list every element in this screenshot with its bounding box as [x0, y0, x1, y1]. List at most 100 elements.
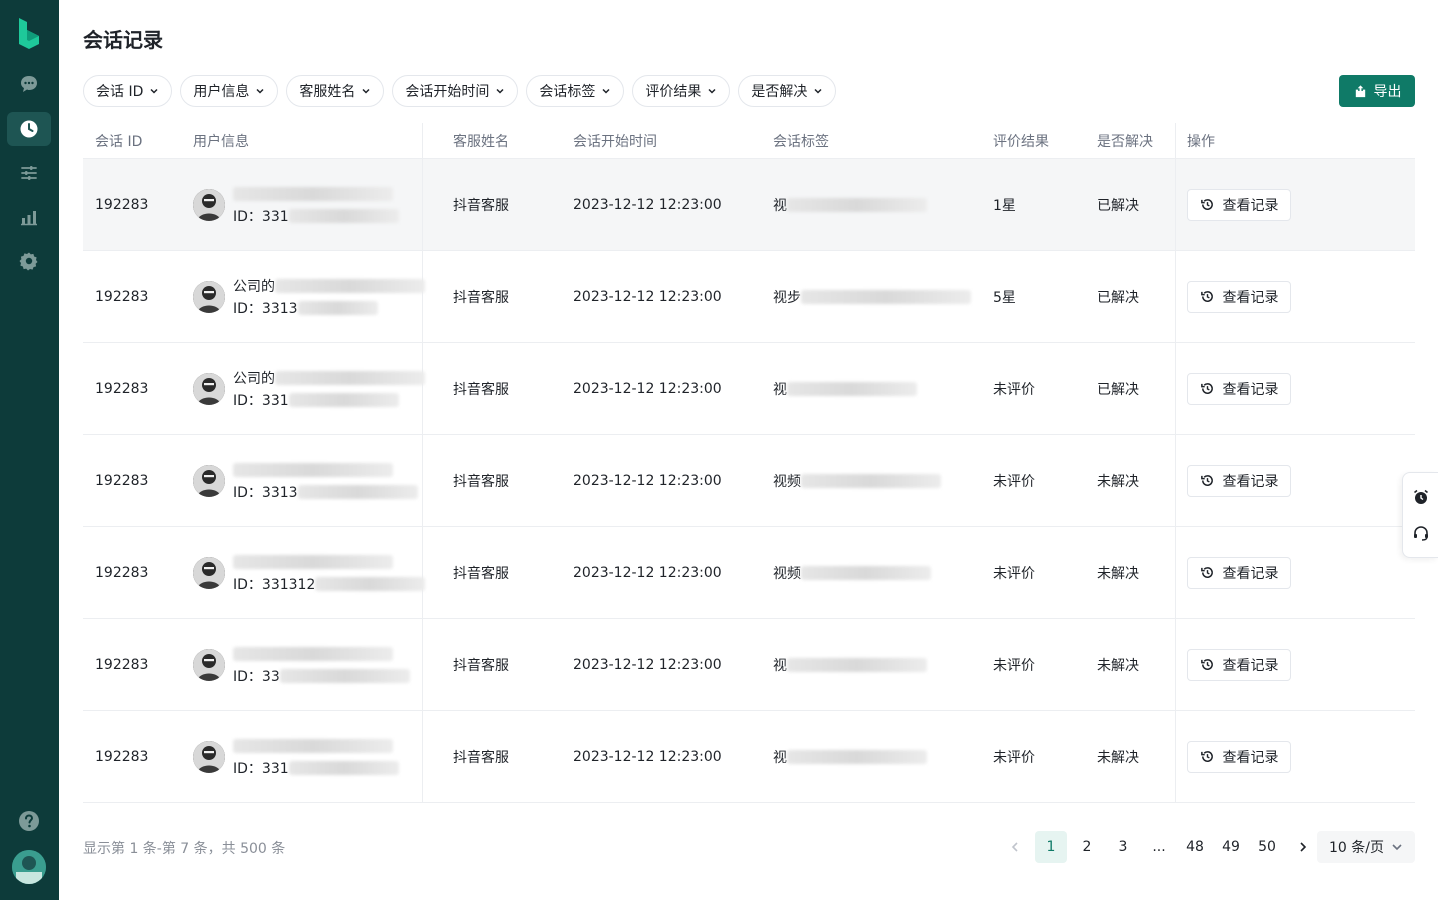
- agent-name: 抖音客服: [453, 197, 509, 214]
- user-info: 公司的 ID：3313: [193, 277, 425, 317]
- start-time: 2023-12-12 12:23:00: [573, 564, 722, 581]
- page-button[interactable]: 2: [1071, 831, 1103, 863]
- chevron-down-icon: [362, 88, 370, 94]
- page-button[interactable]: 50: [1251, 831, 1283, 863]
- table-row[interactable]: 192283 ID：33 抖音客服 2023-12-12 12:23:00 视 未评价 未解…: [83, 619, 1415, 711]
- export-button[interactable]: 导出: [1339, 75, 1415, 107]
- user-id-line: ID：331: [233, 391, 425, 409]
- view-record-button[interactable]: 查看记录: [1187, 648, 1291, 681]
- view-record-button[interactable]: 查看记录: [1187, 464, 1291, 497]
- page-button[interactable]: 3: [1107, 831, 1139, 863]
- page-ellipsis[interactable]: ...: [1143, 831, 1175, 863]
- sidebar-item-settings-sliders[interactable]: [7, 156, 51, 190]
- header-actions: 操作: [1187, 133, 1215, 150]
- table-header: 会话 ID 用户信息 客服姓名 会话开始时间 会话标签 评价结果 是否解决 操作: [83, 123, 1415, 159]
- view-record-button[interactable]: 查看记录: [1187, 740, 1291, 773]
- rating: 未评价: [993, 565, 1035, 582]
- session-id: 192283: [95, 196, 149, 213]
- column-divider: [422, 711, 423, 802]
- rating: 未评价: [993, 749, 1035, 766]
- view-record-button[interactable]: 查看记录: [1187, 280, 1291, 313]
- history-icon: [1200, 199, 1213, 210]
- column-divider: [1175, 619, 1176, 710]
- filter-dropdown[interactable]: 用户信息: [180, 75, 279, 107]
- redacted-text: [288, 208, 399, 223]
- user-id-line: ID：331: [233, 207, 399, 225]
- session-id: 192283: [95, 748, 149, 765]
- app-logo[interactable]: [15, 16, 43, 50]
- user-avatar[interactable]: [12, 850, 46, 884]
- filter-dropdown[interactable]: 会话开始时间: [392, 75, 519, 107]
- user-text: ID：33: [233, 645, 410, 685]
- page-button[interactable]: 49: [1215, 831, 1247, 863]
- table-row[interactable]: 192283 ID：3313 抖音客服 2023-12-12 12:23:00 视频 未评…: [83, 435, 1415, 527]
- filter-dropdown[interactable]: 客服姓名: [286, 75, 385, 107]
- column-divider: [422, 159, 423, 250]
- avatar-image: [193, 556, 225, 589]
- user-id-line: ID：33: [233, 667, 410, 685]
- redacted-text: [801, 565, 931, 580]
- sidebar-item-history[interactable]: [7, 112, 51, 146]
- headset-icon[interactable]: [1412, 524, 1430, 542]
- avatar-image: [193, 740, 225, 773]
- view-record-button[interactable]: 查看记录: [1187, 372, 1291, 405]
- user-info: ID：331: [193, 737, 399, 777]
- header-rating: 评价结果: [993, 133, 1049, 150]
- user-id-line: ID：331312: [233, 575, 426, 593]
- table-row[interactable]: 192283 公司的 ID：331 抖音客服 2023-12-12 12:23:00 视 未…: [83, 343, 1415, 435]
- redacted-text: [233, 462, 393, 477]
- chevron-down-icon: [814, 88, 822, 94]
- filter-dropdown[interactable]: 是否解决: [738, 75, 837, 107]
- user-id: ID：33: [233, 668, 280, 685]
- next-page-button[interactable]: [1287, 831, 1319, 863]
- user-id: ID：331: [233, 208, 289, 225]
- user-text: 公司的 ID：331: [233, 369, 425, 409]
- filter-label: 客服姓名: [299, 84, 356, 100]
- session-tag: 视: [773, 379, 917, 399]
- avatar: [193, 280, 225, 313]
- filter-dropdown[interactable]: 会话标签: [526, 75, 625, 107]
- user-id: ID：3313: [233, 484, 298, 501]
- redacted-text: [279, 668, 410, 683]
- sidebar-item-chat[interactable]: [7, 67, 51, 101]
- page-button[interactable]: 48: [1179, 831, 1211, 863]
- user-id: ID：331: [233, 392, 289, 409]
- user-text: 公司的 ID：3313: [233, 277, 425, 317]
- tag-text: 视: [773, 749, 787, 766]
- sidebar-item-analytics[interactable]: [7, 200, 51, 234]
- avatar: [193, 372, 225, 405]
- filter-dropdown[interactable]: 会话 ID: [83, 75, 173, 107]
- bar-chart-icon: [21, 211, 37, 226]
- help-icon[interactable]: [18, 810, 40, 832]
- page-size-select[interactable]: 10 条/页: [1317, 831, 1415, 863]
- header-agent-name: 客服姓名: [453, 133, 509, 150]
- rating: 未评价: [993, 381, 1035, 398]
- alarm-clock-icon[interactable]: [1412, 488, 1430, 506]
- prev-page-button[interactable]: [999, 831, 1031, 863]
- user-name-line: [233, 461, 418, 479]
- view-record-button[interactable]: 查看记录: [1187, 188, 1291, 221]
- chevron-down-icon: [256, 88, 264, 94]
- filter-dropdown[interactable]: 评价结果: [632, 75, 731, 107]
- user-name: 公司的: [233, 370, 275, 387]
- view-record-button[interactable]: 查看记录: [1187, 556, 1291, 589]
- table-row[interactable]: 192283 ID：331 抖音客服 2023-12-12 12:23:00 视 1星 已解…: [83, 159, 1415, 251]
- redacted-text: [787, 657, 927, 672]
- resolved-status: 未解决: [1097, 565, 1139, 582]
- resolved-status: 未解决: [1097, 657, 1139, 674]
- view-record-label: 查看记录: [1222, 749, 1279, 766]
- redacted-text: [233, 646, 393, 661]
- page-button[interactable]: 1: [1035, 831, 1067, 863]
- header-resolved: 是否解决: [1097, 133, 1153, 150]
- sliders-icon: [21, 166, 37, 180]
- sidebar-item-settings[interactable]: [7, 244, 51, 278]
- table-row[interactable]: 192283 公司的 ID：3313 抖音客服 2023-12-12 12:23:00 视…: [83, 251, 1415, 343]
- user-name-line: [233, 737, 399, 755]
- table-row[interactable]: 192283 ID：331 抖音客服 2023-12-12 12:23:00 视 未评价 未…: [83, 711, 1415, 803]
- column-divider: [422, 123, 423, 158]
- resolved-status: 已解决: [1097, 197, 1139, 214]
- avatar-image: [193, 464, 225, 497]
- table-row[interactable]: 192283 ID：331312 抖音客服 2023-12-12 12:23:00 视频…: [83, 527, 1415, 619]
- history-icon: [1200, 567, 1213, 578]
- history-icon: [1200, 291, 1213, 302]
